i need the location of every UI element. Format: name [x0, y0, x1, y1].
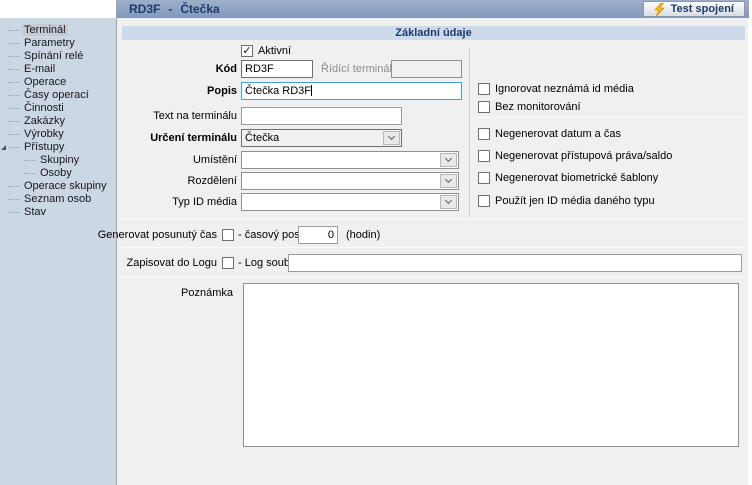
page-title: RD3F-Čtečka Test spojení — [117, 0, 749, 18]
generovat-posunuty-cas-label: Generovat posunutý čas — [98, 226, 217, 244]
negenerovat-datum-checkbox[interactable] — [478, 128, 490, 140]
sidebar-item-osoby[interactable]: Osoby — [0, 167, 116, 180]
sidebar-item-cinnosti[interactable]: Činnosti — [0, 102, 116, 115]
sidebar-item-operace[interactable]: Operace — [0, 76, 116, 89]
zapisovat-do-logu-label: Zapisovat do Logu — [126, 254, 217, 272]
negenerovat-datum-label: Negenerovat datum a čas — [495, 127, 621, 141]
text-caret — [311, 85, 312, 96]
rozdeleni-select[interactable] — [241, 172, 459, 190]
negenerovat-prava-checkbox[interactable] — [478, 150, 490, 162]
popis-label: Popis — [207, 82, 237, 100]
ignorovat-neznama-checkbox[interactable] — [478, 83, 490, 95]
checkmark-icon: ✓ — [242, 45, 251, 57]
sidebar-item-stav[interactable]: Stav — [0, 206, 116, 219]
sidebar-item-parametry[interactable]: Parametry — [0, 37, 116, 50]
test-connection-label: Test spojení — [671, 2, 734, 16]
sidebar-item-terminal[interactable]: Terminál — [0, 24, 116, 37]
tree-connector — [8, 186, 19, 187]
pouzit-jen-id-checkbox[interactable] — [478, 195, 490, 207]
urceni-terminalu-select[interactable]: Čtečka — [241, 129, 402, 147]
aktivni-label: Aktivní — [258, 44, 291, 58]
bez-monitorovani-label: Bez monitorování — [495, 100, 581, 114]
aktivni-checkbox[interactable]: ✓ — [241, 45, 253, 57]
zapisovat-do-logu-checkbox[interactable] — [222, 257, 234, 269]
chevron-down-icon[interactable] — [440, 174, 457, 188]
generovat-posunuty-cas-checkbox[interactable] — [222, 229, 234, 241]
ridici-terminal-input — [391, 60, 462, 78]
sidebar-item-vyrobky[interactable]: Výrobky — [0, 128, 116, 141]
tree-connector — [8, 134, 19, 135]
form-divider — [121, 247, 745, 248]
tree-connector — [8, 121, 19, 122]
hodin-unit-label: (hodin) — [346, 226, 380, 244]
sidebar-item-operace-skupiny[interactable]: Operace skupiny — [0, 180, 116, 193]
log-soubor-input[interactable] — [288, 254, 742, 272]
terminal-name: Čtečka — [180, 2, 219, 16]
poznamka-textarea[interactable] — [243, 283, 739, 447]
tree-connector — [8, 147, 19, 148]
chevron-down-icon[interactable] — [383, 131, 400, 145]
rozdeleni-label: Rozdělení — [187, 172, 237, 190]
umisteni-label: Umístění — [193, 151, 237, 169]
navigation-sidebar: Terminál Parametry Spínání relé E-mail O… — [0, 18, 116, 485]
tree-connector — [8, 30, 19, 31]
text-na-terminalu-input[interactable] — [241, 107, 402, 125]
tree-connector — [24, 160, 35, 161]
sidebar-item-email[interactable]: E-mail — [0, 63, 116, 76]
form-divider — [121, 218, 745, 219]
tree-connector — [8, 82, 19, 83]
poznamka-label: Poznámka — [181, 284, 233, 302]
tree-connector — [8, 56, 19, 57]
sidebar-item-skupiny[interactable]: Skupiny — [0, 154, 116, 167]
form-divider — [121, 277, 745, 278]
kod-input[interactable] — [241, 60, 313, 78]
tree-connector — [8, 43, 19, 44]
sidebar-item-spinani-rele[interactable]: Spínání relé — [0, 50, 116, 63]
tree-connector — [8, 199, 19, 200]
terminal-code: RD3F — [129, 2, 160, 16]
section-header: Základní údaje — [122, 26, 745, 40]
sidebar-item-seznam-osob[interactable]: Seznam osob — [0, 193, 116, 206]
urceni-terminalu-label: Určení terminálu — [150, 129, 237, 147]
main-panel: RD3F-Čtečka Test spojení Základní údaje … — [116, 0, 748, 485]
umisteni-select[interactable] — [241, 151, 459, 169]
checkbox-group-divider — [471, 117, 747, 118]
lightning-icon — [654, 3, 665, 16]
test-connection-button[interactable]: Test spojení — [643, 1, 745, 17]
tree-connector — [8, 95, 19, 96]
tree-expander-icon[interactable] — [1, 145, 6, 150]
tree-connector — [8, 69, 19, 70]
negenerovat-prava-label: Negenerovat přístupová práva/saldo — [495, 149, 672, 163]
negenerovat-sablony-checkbox[interactable] — [478, 172, 490, 184]
title-separator: - — [168, 2, 172, 16]
tree-connector — [8, 108, 19, 109]
tree-connector — [8, 212, 19, 213]
popis-input[interactable]: Čtečka RD3F — [241, 82, 462, 100]
sidebar-item-casy-operaci[interactable]: Časy operací — [0, 89, 116, 102]
sidebar-item-zakazky[interactable]: Zakázky — [0, 115, 116, 128]
column-divider — [469, 48, 470, 218]
kod-label: Kód — [216, 60, 237, 78]
typ-id-media-select[interactable] — [241, 193, 459, 211]
navigation-tree: Terminál Parametry Spínání relé E-mail O… — [0, 18, 116, 219]
bez-monitorovani-checkbox[interactable] — [478, 101, 490, 113]
ridici-terminal-label: Řídící terminál — [321, 60, 392, 78]
negenerovat-sablony-label: Negenerovat biometrické šablony — [495, 171, 658, 185]
ignorovat-neznama-label: Ignorovat neznámá id média — [495, 82, 634, 96]
pouzit-jen-id-label: Použít jen ID média daného typu — [495, 194, 655, 208]
casovy-posun-input[interactable] — [298, 226, 338, 244]
tree-connector — [24, 173, 35, 174]
typ-id-media-label: Typ ID média — [172, 193, 237, 211]
text-na-terminalu-label: Text na terminálu — [153, 107, 237, 125]
chevron-down-icon[interactable] — [440, 153, 457, 167]
chevron-down-icon[interactable] — [440, 195, 457, 209]
sidebar-item-pristupy[interactable]: Přístupy — [0, 141, 116, 154]
